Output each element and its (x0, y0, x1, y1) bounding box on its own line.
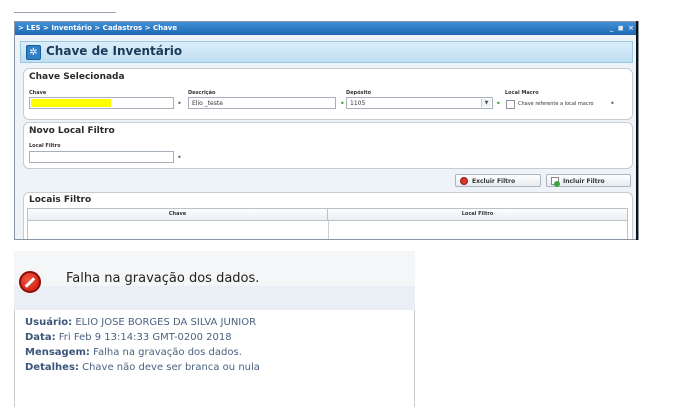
novo-local-filtro-panel: Novo Local Filtro Local Filtro • (23, 122, 633, 169)
data-value: Fri Feb 9 13:14:33 GMT-0200 2018 (58, 332, 232, 343)
local-macro-label: Local Macro (505, 90, 539, 96)
page-title: Chave de Inventário (46, 44, 183, 58)
error-header-band (14, 286, 415, 310)
descricao-input[interactable]: Elio _teste (188, 97, 336, 109)
table-cell (329, 221, 627, 239)
required-marker: • (177, 99, 182, 108)
usuario-value: ELIO JOSE BORGES DA SILVA JUNIOR (75, 317, 257, 328)
incluir-filtro-button[interactable]: Incluir Filtro (546, 174, 631, 187)
required-marker: • (177, 153, 182, 162)
column-header-local-filtro[interactable]: Local Filtro (328, 209, 627, 220)
mensagem-value: Falha na gravação dos dados. (93, 347, 242, 358)
delete-icon (460, 177, 468, 185)
app-window: > LES > Inventário > Cadastros > Chave _… (14, 21, 639, 240)
error-title: Falha na gravação dos dados. (66, 271, 260, 286)
error-detalhes: Detalhes: Chave não deve ser branca ou n… (25, 362, 260, 373)
error-data: Data: Fri Feb 9 13:14:33 GMT-0200 2018 (25, 332, 232, 343)
data-label: Data: (25, 332, 56, 343)
novo-local-filtro-title: Novo Local Filtro (29, 126, 115, 136)
error-mensagem: Mensagem: Falha na gravação dos dados. (25, 347, 242, 358)
error-usuario: Usuário: ELIO JOSE BORGES DA SILVA JUNIO… (25, 317, 256, 328)
local-filtro-input[interactable] (29, 151, 174, 163)
local-filtro-label: Local Filtro (29, 143, 61, 149)
add-document-icon (551, 177, 560, 187)
chave-selecionada-panel: Chave Selecionada Chave • Descrição Elio… (23, 68, 633, 120)
column-header-chave[interactable]: Chave (28, 209, 328, 220)
descricao-label: Descrição (188, 90, 216, 96)
chevron-down-icon[interactable]: ▼ (481, 99, 491, 107)
window-titlebar: > LES > Inventário > Cadastros > Chave _… (15, 22, 638, 35)
required-marker: • (610, 99, 615, 108)
locais-filtro-title: Locais Filtro (29, 195, 92, 205)
window-controls[interactable]: _ ◼ × (610, 22, 635, 35)
local-macro-checkbox-label: Chave referente a local macro (518, 101, 594, 107)
gear-icon: ✲ (26, 45, 41, 60)
mensagem-label: Mensagem: (25, 347, 90, 358)
table-row (28, 221, 627, 239)
window-edge (636, 21, 638, 240)
chave-input[interactable] (29, 97, 174, 109)
chave-selecionada-title: Chave Selecionada (29, 72, 125, 82)
validation-highlight (31, 99, 111, 107)
top-divider (14, 12, 116, 13)
breadcrumb: > LES > Inventário > Cadastros > Chave (18, 24, 178, 32)
deposito-label: Depósito (346, 90, 372, 96)
table-header: Chave Local Filtro (28, 209, 627, 221)
deposito-select[interactable]: 1105 ▼ (346, 97, 493, 109)
required-marker: • (496, 99, 501, 108)
detalhes-label: Detalhes: (25, 362, 79, 373)
excluir-filtro-button[interactable]: Excluir Filtro (455, 174, 541, 187)
usuario-label: Usuário: (25, 317, 73, 328)
error-stop-icon (19, 271, 41, 293)
required-marker: • (340, 99, 345, 108)
locais-filtro-panel: Locais Filtro Chave Local Filtro (23, 192, 633, 239)
locais-filtro-table: Chave Local Filtro (27, 208, 628, 239)
stop-bar (24, 277, 36, 288)
local-macro-checkbox[interactable] (506, 100, 515, 109)
detalhes-value: Chave não deve ser branca ou nula (82, 362, 260, 373)
chave-label: Chave (29, 90, 47, 96)
table-cell (28, 221, 329, 239)
page-header: ✲ Chave de Inventário (20, 41, 633, 63)
